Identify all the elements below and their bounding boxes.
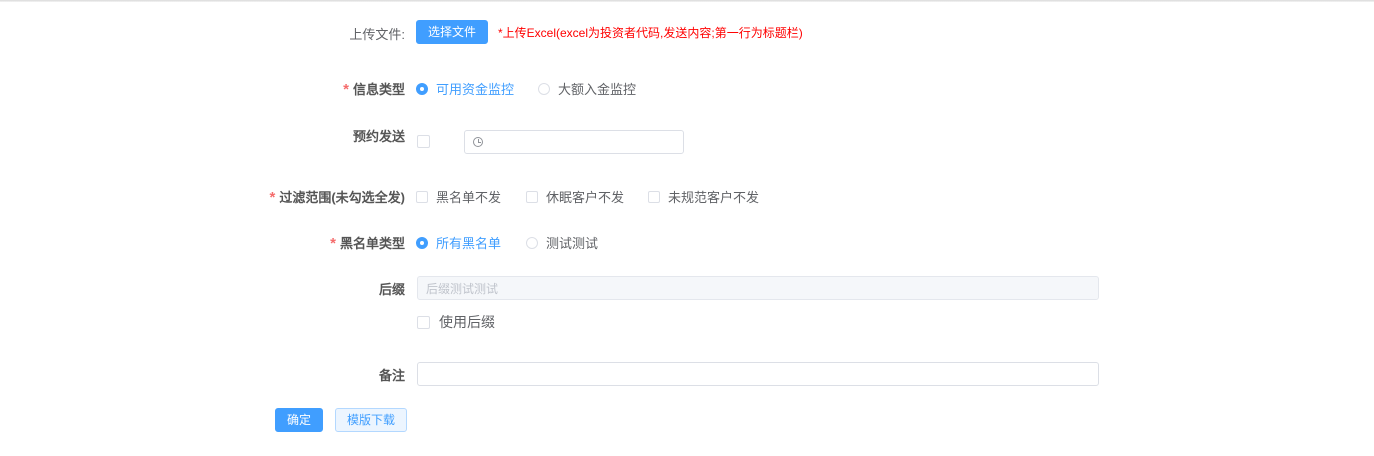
schedule-checkbox[interactable] [417, 135, 438, 148]
required-marker: * [330, 235, 336, 252]
radio-checked-icon [416, 236, 428, 249]
checkbox-label: 休眠客户不发 [546, 190, 625, 205]
send-message-form: 上传文件: 选择文件 *上传Excel(excel为投资者代码,发送内容;第一行… [0, 0, 1374, 456]
radio-unchecked-icon [538, 82, 550, 95]
radio-available-funds[interactable]: 可用资金监控 [416, 79, 514, 98]
radio-label: 可用资金监控 [436, 82, 515, 97]
checkbox-dormant-exclude[interactable]: 休眠客户不发 [526, 187, 624, 206]
checkbox-icon [417, 135, 430, 148]
checkbox-label: 黑名单不发 [436, 190, 502, 205]
template-download-button[interactable]: 模版下载 [335, 408, 407, 432]
radio-unchecked-icon [526, 236, 538, 249]
radio-label: 测试测试 [546, 236, 599, 251]
remark-input[interactable] [417, 362, 1099, 386]
checkbox-icon [648, 190, 660, 203]
radio-label: 大额入金监控 [558, 82, 637, 97]
clock-icon [473, 137, 483, 147]
remark-label: 备注 [378, 368, 405, 383]
required-marker: * [269, 189, 276, 206]
checkbox-icon [416, 190, 428, 203]
schedule-label: 预约发送 [352, 129, 405, 144]
info-type-label-text: 信息类型 [352, 82, 405, 97]
radio-large-deposit[interactable]: 大额入金监控 [538, 79, 636, 98]
upload-label: 上传文件: [349, 27, 405, 42]
blacklist-type-label: * 黑名单类型 [330, 233, 405, 252]
required-marker: * [343, 81, 349, 98]
suffix-value: 后缀测试测试 [426, 281, 499, 296]
radio-checked-icon [416, 82, 428, 95]
confirm-button[interactable]: 确定 [275, 408, 323, 432]
choose-file-button[interactable]: 选择文件 [416, 20, 488, 44]
radio-label: 所有黑名单 [436, 236, 502, 251]
filter-label: * 过滤范围(未勾选全发) [269, 187, 405, 206]
checkbox-nonstandard-exclude[interactable]: 未规范客户不发 [648, 187, 759, 206]
blacklist-type-label-text: 黑名单类型 [339, 236, 405, 251]
upload-tip: *上传Excel(excel为投资者代码,发送内容;第一行为标题栏) [498, 26, 803, 40]
suffix-input[interactable]: 后缀测试测试 [417, 276, 1099, 300]
filter-label-text: 过滤范围(未勾选全发) [279, 190, 405, 205]
checkbox-icon [526, 190, 538, 203]
schedule-time-picker[interactable] [464, 130, 684, 154]
checkbox-label: 未规范客户不发 [668, 190, 760, 205]
use-suffix-checkbox[interactable]: 使用后缀 [417, 312, 495, 332]
info-type-label: * 信息类型 [343, 79, 405, 98]
radio-all-blacklist[interactable]: 所有黑名单 [416, 233, 501, 252]
checkbox-label: 使用后缀 [439, 314, 495, 330]
suffix-label: 后缀 [378, 282, 405, 297]
checkbox-blacklist-exclude[interactable]: 黑名单不发 [416, 187, 501, 206]
radio-test[interactable]: 测试测试 [526, 233, 598, 252]
checkbox-icon [417, 315, 430, 329]
